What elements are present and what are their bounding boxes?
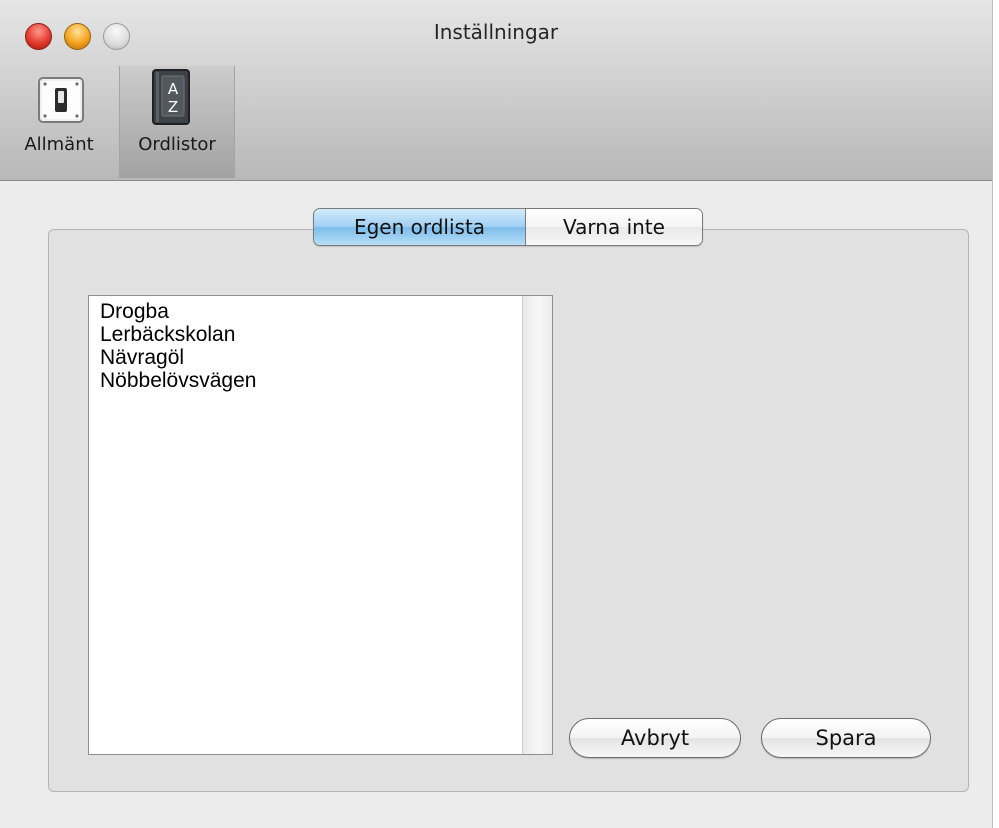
book-letter-bottom: Z (168, 98, 178, 116)
dictionary-book-icon: A Z (152, 69, 190, 125)
list-item[interactable]: Lerbäckskolan (100, 323, 256, 346)
list-item[interactable]: Drogba (100, 300, 256, 323)
tab-switcher: Egen ordlista Varna inte (313, 208, 703, 246)
cancel-button[interactable]: Avbryt (569, 718, 741, 758)
tab-varna-inte[interactable]: Varna inte (526, 209, 702, 245)
book-letter-top: A (168, 80, 179, 98)
toolbar-label-allmant: Allmänt (24, 134, 94, 155)
list-item[interactable]: Nävragöl (100, 346, 256, 369)
switch-icon (38, 77, 84, 123)
vertical-scrollbar[interactable] (522, 296, 552, 754)
word-list[interactable]: Drogba Lerbäckskolan Nävragöl Nöbbelövsv… (88, 295, 553, 755)
list-item[interactable]: Nöbbelövsvägen (100, 369, 256, 392)
toolbar-item-allmant[interactable]: Allmänt (0, 66, 118, 178)
window-title: Inställningar (433, 20, 559, 44)
preferences-window: Inställningar Allmänt A Z Ordlistor Egen… (0, 0, 993, 828)
tab-egen-ordlista[interactable]: Egen ordlista (314, 209, 526, 245)
toolbar-item-ordlistor[interactable]: A Z Ordlistor (119, 66, 235, 178)
word-list-items: Drogba Lerbäckskolan Nävragöl Nöbbelövsv… (100, 300, 256, 392)
toolbar-label-ordlistor: Ordlistor (138, 134, 216, 155)
title-toolbar-area: Inställningar Allmänt A Z Ordlistor (0, 0, 992, 181)
save-button[interactable]: Spara (761, 718, 931, 758)
